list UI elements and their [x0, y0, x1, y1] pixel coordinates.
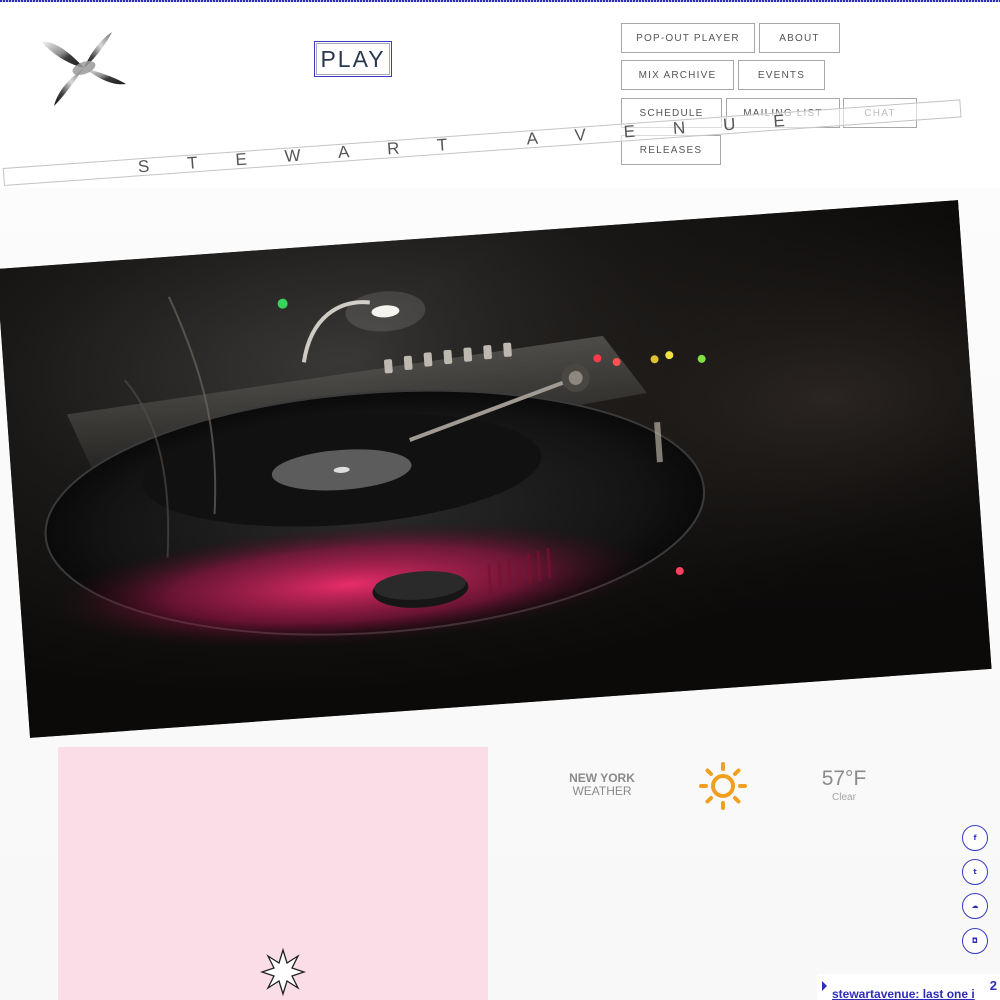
nav-mix-archive-button[interactable]: MIX ARCHIVE	[621, 60, 734, 90]
ticker-count: 2	[989, 978, 997, 993]
facebook-icon[interactable]: f	[962, 825, 988, 851]
sun-icon	[699, 762, 747, 810]
social-feed-ticker[interactable]: stewartavenue: last one i 2	[817, 974, 1000, 1000]
turntable-photo	[0, 200, 992, 738]
weather-condition: Clear	[832, 792, 856, 803]
play-button[interactable]: PLAY	[314, 41, 392, 77]
nav-events-button[interactable]: EVENTS	[738, 60, 825, 90]
nav-about-button[interactable]: ABOUT	[759, 23, 840, 53]
hero-image	[0, 200, 992, 738]
logo-icon[interactable]	[38, 28, 130, 110]
star-outline-icon	[260, 948, 306, 996]
weather-location: NEW YORK WEATHER	[560, 772, 644, 798]
instagram-icon[interactable]: ◘	[962, 928, 988, 954]
nav-pop-out-player-button[interactable]: POP-OUT PLAYER	[621, 23, 755, 53]
soundcloud-icon[interactable]: ☁	[962, 893, 988, 919]
weather-label: WEATHER	[572, 784, 632, 798]
weather-temperature: 57°F	[821, 767, 867, 790]
twitter-icon[interactable]: t	[962, 859, 988, 885]
ticker-text[interactable]: stewartavenue: last one i	[832, 987, 975, 1000]
play-arrow-icon[interactable]	[822, 981, 827, 991]
